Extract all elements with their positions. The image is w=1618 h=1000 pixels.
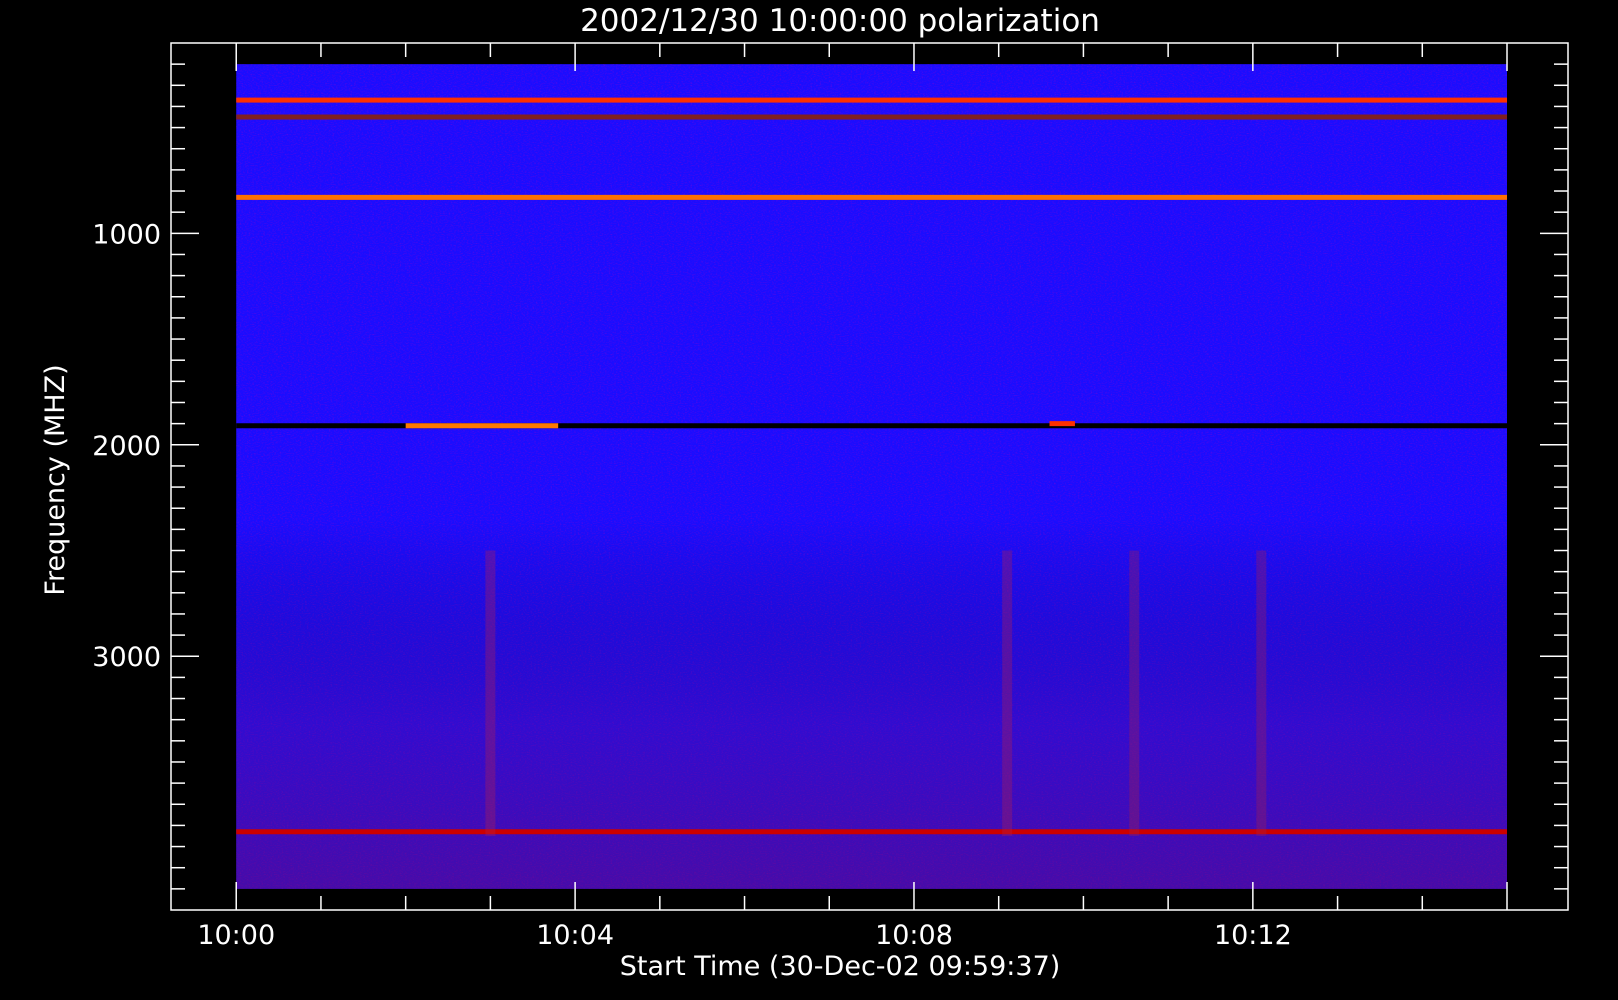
- horizontal-band: [405, 423, 559, 429]
- vertical-streak: [1129, 550, 1140, 836]
- heatmap-low-frequency-haze: [236, 64, 1508, 889]
- horizontal-band: [236, 194, 1508, 200]
- vertical-streak: [1002, 550, 1013, 836]
- plot-area: [236, 64, 1508, 889]
- x-tick-label: 10:04: [536, 920, 614, 951]
- vertical-streak: [485, 550, 496, 836]
- x-axis-label: Start Time (30-Dec-02 09:59:37): [620, 951, 1061, 982]
- chart-title: 2002/12/30 10:00:00 polarization: [580, 3, 1100, 39]
- y-tick-label: 3000: [92, 642, 161, 673]
- horizontal-band: [236, 97, 1508, 103]
- horizontal-band: [236, 829, 1508, 835]
- y-axis-label: Frequency (MHZ): [40, 364, 71, 595]
- x-tick-label: 10:00: [197, 920, 275, 951]
- y-tick-label: 2000: [92, 431, 161, 462]
- spectrogram-chart: 1000 2000 3000 10:00 10:04 10:08 10:12 2002/12…: [0, 0, 1618, 1000]
- vertical-streak: [1256, 550, 1267, 836]
- x-tick-label: 10:12: [1214, 920, 1292, 951]
- horizontal-band: [1049, 421, 1075, 427]
- horizontal-band: [236, 114, 1508, 120]
- y-tick-label: 1000: [92, 219, 161, 250]
- x-tick-label: 10:08: [875, 920, 953, 951]
